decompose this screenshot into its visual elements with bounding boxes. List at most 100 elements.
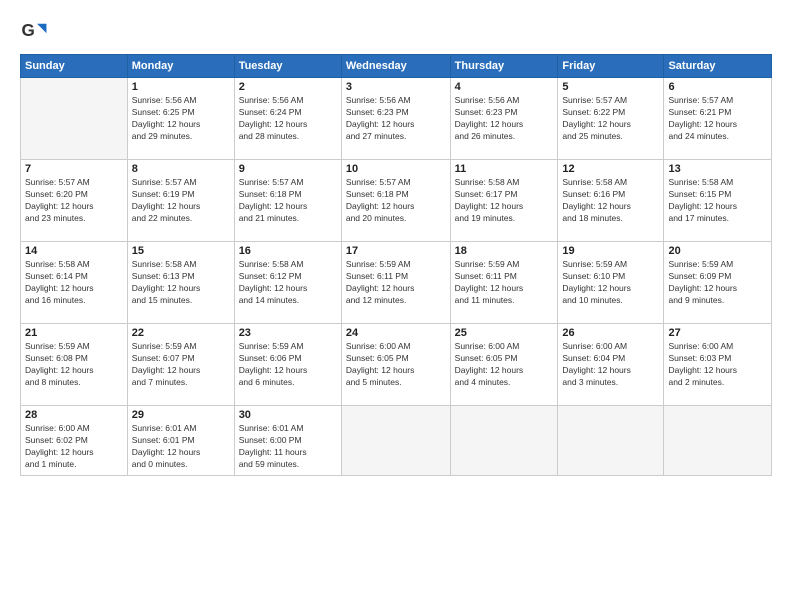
day-info: Sunrise: 5:59 AM Sunset: 6:09 PM Dayligh… (668, 259, 767, 307)
day-info: Sunrise: 5:59 AM Sunset: 6:11 PM Dayligh… (455, 259, 554, 307)
calendar-cell: 23 Sunrise: 5:59 AM Sunset: 6:06 PM Dayli… (234, 324, 341, 406)
day-info: Sunrise: 5:57 AM Sunset: 6:22 PM Dayligh… (562, 95, 659, 143)
day-info: Sunrise: 5:56 AM Sunset: 6:25 PM Dayligh… (132, 95, 230, 143)
weekday-header: Tuesday (234, 55, 341, 78)
weekday-header: Monday (127, 55, 234, 78)
day-number: 19 (562, 245, 659, 257)
calendar-cell: 24 Sunrise: 6:00 AM Sunset: 6:05 PM Dayli… (341, 324, 450, 406)
calendar-cell (341, 406, 450, 476)
calendar-cell: 8 Sunrise: 5:57 AM Sunset: 6:19 PM Daylig… (127, 160, 234, 242)
day-info: Sunrise: 6:01 AM Sunset: 6:00 PM Dayligh… (239, 423, 337, 471)
day-number: 26 (562, 327, 659, 339)
day-info: Sunrise: 5:58 AM Sunset: 6:15 PM Dayligh… (668, 177, 767, 225)
day-number: 28 (25, 409, 123, 421)
calendar-cell: 15Sunrise: 5:58 AM Sunset: 6:13 PM Dayli… (127, 242, 234, 324)
day-number: 7 (25, 163, 123, 175)
calendar-cell: 1 Sunrise: 5:56 AM Sunset: 6:25 PM Daylig… (127, 78, 234, 160)
calendar-cell: 9Sunrise: 5:57 AM Sunset: 6:18 PM Daylig… (234, 160, 341, 242)
calendar: SundayMondayTuesdayWednesdayThursdayFrid… (20, 54, 772, 476)
calendar-cell: 13 Sunrise: 5:58 AM Sunset: 6:15 PM Dayli… (664, 160, 772, 242)
day-number: 12 (562, 163, 659, 175)
day-info: Sunrise: 5:58 AM Sunset: 6:12 PM Dayligh… (239, 259, 337, 307)
day-number: 18 (455, 245, 554, 257)
week-row: 21 Sunrise: 5:59 AM Sunset: 6:08 PM Dayli… (21, 324, 772, 406)
calendar-cell (664, 406, 772, 476)
day-info: Sunrise: 5:59 AM Sunset: 6:10 PM Dayligh… (562, 259, 659, 307)
day-info: Sunrise: 6:00 AM Sunset: 6:03 PM Dayligh… (668, 341, 767, 389)
day-number: 1 (132, 81, 230, 93)
day-number: 10 (346, 163, 446, 175)
calendar-cell: 14 Sunrise: 5:58 AM Sunset: 6:14 PM Dayli… (21, 242, 128, 324)
calendar-cell: 18 Sunrise: 5:59 AM Sunset: 6:11 PM Dayli… (450, 242, 558, 324)
weekday-header: Saturday (664, 55, 772, 78)
day-info: Sunrise: 5:58 AM Sunset: 6:17 PM Dayligh… (455, 177, 554, 225)
weekday-header: Sunday (21, 55, 128, 78)
calendar-cell: 21 Sunrise: 5:59 AM Sunset: 6:08 PM Dayli… (21, 324, 128, 406)
day-number: 2 (239, 81, 337, 93)
calendar-cell (558, 406, 664, 476)
day-info: Sunrise: 6:00 AM Sunset: 6:04 PM Dayligh… (562, 341, 659, 389)
calendar-cell: 16Sunrise: 5:58 AM Sunset: 6:12 PM Dayli… (234, 242, 341, 324)
calendar-cell: 11 Sunrise: 5:58 AM Sunset: 6:17 PM Dayli… (450, 160, 558, 242)
calendar-cell: 19 Sunrise: 5:59 AM Sunset: 6:10 PM Dayli… (558, 242, 664, 324)
calendar-cell (21, 78, 128, 160)
weekday-header: Wednesday (341, 55, 450, 78)
day-number: 4 (455, 81, 554, 93)
day-number: 11 (455, 163, 554, 175)
day-info: Sunrise: 5:59 AM Sunset: 6:11 PM Dayligh… (346, 259, 446, 307)
calendar-cell: 10 Sunrise: 5:57 AM Sunset: 6:18 PM Dayli… (341, 160, 450, 242)
day-number: 3 (346, 81, 446, 93)
calendar-cell: 5 Sunrise: 5:57 AM Sunset: 6:22 PM Daylig… (558, 78, 664, 160)
day-info: Sunrise: 6:00 AM Sunset: 6:02 PM Dayligh… (25, 423, 123, 471)
weekday-header: Friday (558, 55, 664, 78)
day-info: Sunrise: 5:59 AM Sunset: 6:07 PM Dayligh… (132, 341, 230, 389)
calendar-cell: 25Sunrise: 6:00 AM Sunset: 6:05 PM Dayli… (450, 324, 558, 406)
day-info: Sunrise: 5:57 AM Sunset: 6:21 PM Dayligh… (668, 95, 767, 143)
day-number: 8 (132, 163, 230, 175)
day-number: 5 (562, 81, 659, 93)
week-row: 28 Sunrise: 6:00 AM Sunset: 6:02 PM Dayli… (21, 406, 772, 476)
day-info: Sunrise: 5:59 AM Sunset: 6:08 PM Dayligh… (25, 341, 123, 389)
day-info: Sunrise: 5:57 AM Sunset: 6:18 PM Dayligh… (346, 177, 446, 225)
calendar-cell: 22 Sunrise: 5:59 AM Sunset: 6:07 PM Dayli… (127, 324, 234, 406)
day-info: Sunrise: 6:00 AM Sunset: 6:05 PM Dayligh… (346, 341, 446, 389)
day-number: 13 (668, 163, 767, 175)
day-number: 22 (132, 327, 230, 339)
day-number: 24 (346, 327, 446, 339)
logo: G (20, 16, 52, 44)
calendar-cell: 3 Sunrise: 5:56 AM Sunset: 6:23 PM Daylig… (341, 78, 450, 160)
day-info: Sunrise: 5:57 AM Sunset: 6:19 PM Dayligh… (132, 177, 230, 225)
header: G (20, 16, 772, 44)
day-number: 6 (668, 81, 767, 93)
day-info: Sunrise: 5:58 AM Sunset: 6:14 PM Dayligh… (25, 259, 123, 307)
week-row: 14 Sunrise: 5:58 AM Sunset: 6:14 PM Dayli… (21, 242, 772, 324)
logo-icon: G (20, 16, 48, 44)
calendar-cell: 6 Sunrise: 5:57 AM Sunset: 6:21 PM Daylig… (664, 78, 772, 160)
day-number: 30 (239, 409, 337, 421)
day-number: 27 (668, 327, 767, 339)
calendar-cell (450, 406, 558, 476)
day-info: Sunrise: 6:00 AM Sunset: 6:05 PM Dayligh… (455, 341, 554, 389)
week-row: 1 Sunrise: 5:56 AM Sunset: 6:25 PM Daylig… (21, 78, 772, 160)
day-number: 21 (25, 327, 123, 339)
day-number: 23 (239, 327, 337, 339)
day-number: 14 (25, 245, 123, 257)
week-row: 7 Sunrise: 5:57 AM Sunset: 6:20 PM Daylig… (21, 160, 772, 242)
weekday-header: Thursday (450, 55, 558, 78)
calendar-cell: 26 Sunrise: 6:00 AM Sunset: 6:04 PM Dayli… (558, 324, 664, 406)
calendar-cell: 2 Sunrise: 5:56 AM Sunset: 6:24 PM Daylig… (234, 78, 341, 160)
day-info: Sunrise: 5:57 AM Sunset: 6:18 PM Dayligh… (239, 177, 337, 225)
day-info: Sunrise: 5:57 AM Sunset: 6:20 PM Dayligh… (25, 177, 123, 225)
calendar-cell: 7 Sunrise: 5:57 AM Sunset: 6:20 PM Daylig… (21, 160, 128, 242)
calendar-cell: 29 Sunrise: 6:01 AM Sunset: 6:01 PM Dayli… (127, 406, 234, 476)
day-info: Sunrise: 5:56 AM Sunset: 6:24 PM Dayligh… (239, 95, 337, 143)
day-info: Sunrise: 5:58 AM Sunset: 6:16 PM Dayligh… (562, 177, 659, 225)
calendar-cell: 28 Sunrise: 6:00 AM Sunset: 6:02 PM Dayli… (21, 406, 128, 476)
day-info: Sunrise: 5:59 AM Sunset: 6:06 PM Dayligh… (239, 341, 337, 389)
calendar-cell: 30 Sunrise: 6:01 AM Sunset: 6:00 PM Dayli… (234, 406, 341, 476)
day-number: 29 (132, 409, 230, 421)
day-info: Sunrise: 6:01 AM Sunset: 6:01 PM Dayligh… (132, 423, 230, 471)
day-number: 17 (346, 245, 446, 257)
calendar-cell: 20Sunrise: 5:59 AM Sunset: 6:09 PM Dayli… (664, 242, 772, 324)
day-info: Sunrise: 5:56 AM Sunset: 6:23 PM Dayligh… (346, 95, 446, 143)
